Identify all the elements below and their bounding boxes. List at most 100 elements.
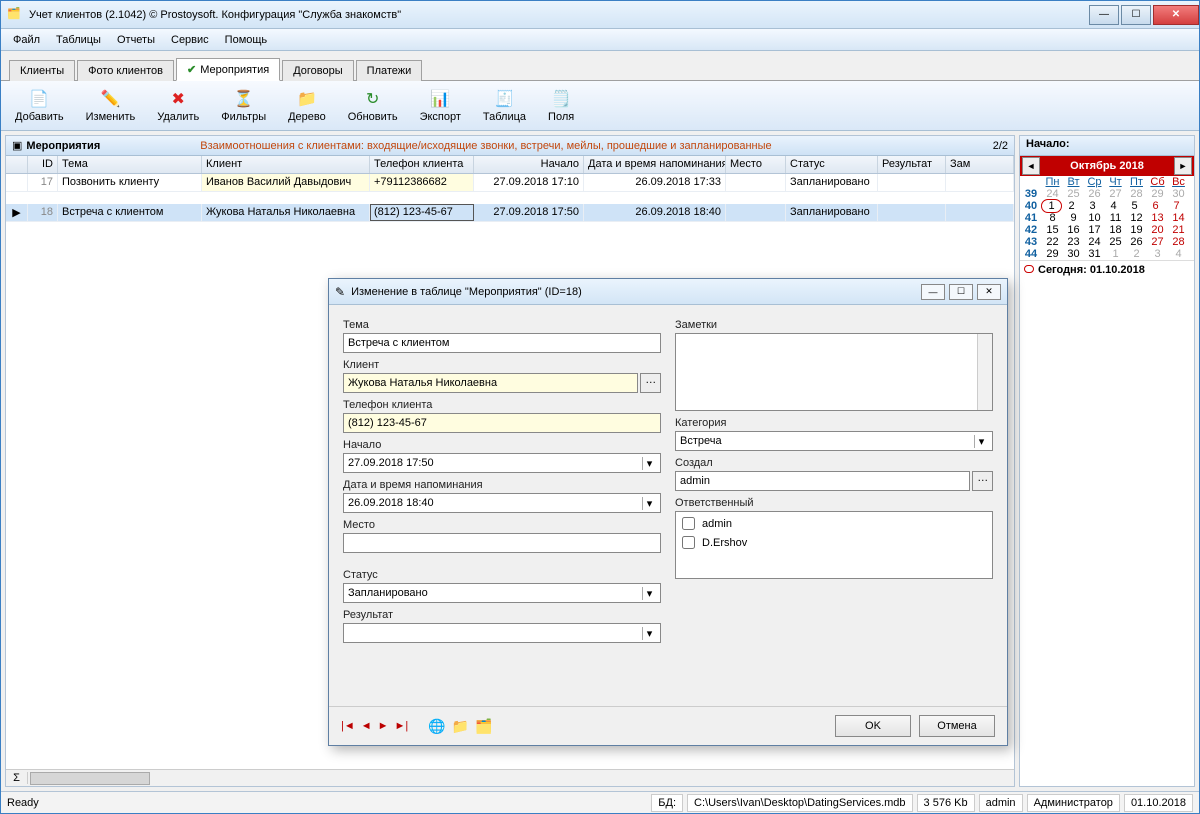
calendar-day[interactable]: 27 (1147, 236, 1168, 248)
input-napom[interactable]: 26.09.2018 18:40▾ (343, 493, 661, 513)
calendar-day[interactable]: 25 (1063, 188, 1084, 200)
input-result[interactable]: ▾ (343, 623, 661, 643)
tool-edit[interactable]: ✏️Изменить (80, 87, 142, 125)
grid-scrollbar[interactable]: Σ (6, 769, 1014, 786)
responsible-item[interactable]: D.Ershov (678, 533, 990, 552)
calendar-day[interactable]: 8 (1042, 212, 1063, 224)
calendar-day[interactable]: 11 (1105, 212, 1126, 224)
tool-refresh[interactable]: ↻Обновить (342, 87, 404, 125)
calendar-day[interactable]: 4 (1103, 200, 1124, 212)
col-status[interactable]: Статус (786, 156, 878, 173)
col-zam[interactable]: Зам (946, 156, 1014, 173)
responsible-item[interactable]: admin (678, 514, 990, 533)
input-mesto[interactable] (343, 533, 661, 553)
dialog-minimize-button[interactable]: — (921, 284, 945, 300)
calendar-day[interactable]: 30 (1063, 248, 1084, 260)
calendar-day[interactable]: 2 (1061, 200, 1082, 212)
calendar-day[interactable]: 5 (1124, 200, 1145, 212)
menu-file[interactable]: Файл (5, 32, 48, 48)
calendar-day[interactable]: 29 (1042, 248, 1063, 260)
col-klient[interactable]: Клиент (202, 156, 370, 173)
calendar-day[interactable]: 31 (1084, 248, 1105, 260)
nav-first-button[interactable]: |◄ (341, 720, 355, 732)
menu-help[interactable]: Помощь (217, 32, 276, 48)
calendar-day[interactable]: 1 (1105, 248, 1126, 260)
calendar-day[interactable]: 7 (1166, 200, 1187, 212)
calendar-today-line[interactable]: Сегодня: 01.10.2018 (1020, 260, 1194, 279)
tool-tree[interactable]: 📁Дерево (282, 87, 332, 125)
col-nachalo[interactable]: Начало (474, 156, 584, 173)
calendar-day[interactable]: 23 (1063, 236, 1084, 248)
calendar-day[interactable]: 16 (1063, 224, 1084, 236)
col-tel[interactable]: Телефон клиента (370, 156, 474, 173)
checkbox[interactable] (682, 536, 695, 549)
col-napom[interactable]: Дата и время напоминания (584, 156, 726, 173)
calendar-day[interactable]: 9 (1063, 212, 1084, 224)
minimize-button[interactable]: — (1089, 5, 1119, 25)
tool-export[interactable]: 📊Экспорт (414, 87, 467, 125)
calendar-day[interactable]: 2 (1126, 248, 1147, 260)
calendar-day[interactable]: 13 (1147, 212, 1168, 224)
calendar-day[interactable]: 6 (1145, 200, 1166, 212)
calendar-day[interactable]: 18 (1105, 224, 1126, 236)
calendar-day[interactable]: 27 (1105, 188, 1126, 200)
col-result[interactable]: Результат (878, 156, 946, 173)
scrollbar-thumb[interactable] (30, 772, 150, 785)
nav-next-button[interactable]: ► (378, 720, 389, 732)
calendar-day[interactable]: 29 (1147, 188, 1168, 200)
calendar-day[interactable]: 24 (1084, 236, 1105, 248)
folder-icon[interactable]: 📁 (452, 718, 469, 735)
calendar-day[interactable]: 3 (1082, 200, 1103, 212)
cancel-button[interactable]: Отмена (919, 715, 995, 737)
calendar-day[interactable]: 10 (1084, 212, 1105, 224)
calendar-day[interactable]: 12 (1126, 212, 1147, 224)
maximize-button[interactable]: ☐ (1121, 5, 1151, 25)
tab-contracts[interactable]: Договоры (282, 60, 353, 81)
menu-service[interactable]: Сервис (163, 32, 217, 48)
table-row[interactable]: 17 Позвонить клиенту Иванов Василий Давы… (6, 174, 1014, 192)
notes-scrollbar[interactable] (977, 334, 992, 410)
calendar-day[interactable]: 26 (1126, 236, 1147, 248)
calendar-day[interactable]: 3 (1147, 248, 1168, 260)
calendar-day[interactable]: 28 (1126, 188, 1147, 200)
calendar-day[interactable]: 21 (1168, 224, 1189, 236)
input-klient[interactable] (343, 373, 638, 393)
calendar-day[interactable]: 30 (1168, 188, 1189, 200)
globe-icon[interactable]: 🌐 (428, 718, 445, 735)
menu-reports[interactable]: Отчеты (109, 32, 163, 48)
close-button[interactable]: ✕ (1153, 5, 1199, 25)
checkbox[interactable] (682, 517, 695, 530)
lookup-creator-button[interactable]: … (972, 471, 993, 491)
responsible-checklist[interactable]: admin D.Ershov (675, 511, 993, 579)
calendar-day[interactable]: 19 (1126, 224, 1147, 236)
col-tema[interactable]: Тема (58, 156, 202, 173)
menu-tables[interactable]: Таблицы (48, 32, 109, 48)
tool-filters[interactable]: ⏳Фильтры (215, 87, 272, 125)
tab-photos[interactable]: Фото клиентов (77, 60, 174, 81)
cal-next-button[interactable]: ► (1174, 157, 1192, 175)
calendar-day[interactable]: 26 (1084, 188, 1105, 200)
dialog-maximize-button[interactable]: ☐ (949, 284, 973, 300)
calendar-day[interactable]: 17 (1084, 224, 1105, 236)
col-id[interactable]: ID (28, 156, 58, 173)
calendar-day[interactable]: 1 (1041, 199, 1062, 213)
input-notes[interactable] (675, 333, 993, 411)
tool-add[interactable]: 📄Добавить (9, 87, 70, 125)
calendar-day[interactable]: 4 (1168, 248, 1189, 260)
input-category[interactable]: Встреча▾ (675, 431, 993, 451)
calendar-day[interactable]: 22 (1042, 236, 1063, 248)
tab-clients[interactable]: Клиенты (9, 60, 75, 81)
lookup-klient-button[interactable]: … (640, 373, 661, 393)
card-icon[interactable]: 🗂️ (475, 718, 492, 735)
col-selector[interactable] (6, 156, 28, 173)
tool-fields[interactable]: 🗒️Поля (542, 87, 580, 125)
input-creator[interactable] (675, 471, 970, 491)
nav-last-button[interactable]: ►| (395, 720, 409, 732)
dialog-close-button[interactable]: ✕ (977, 284, 1001, 300)
nav-prev-button[interactable]: ◄ (361, 720, 372, 732)
input-nachalo[interactable]: 27.09.2018 17:50▾ (343, 453, 661, 473)
calendar-day[interactable]: 15 (1042, 224, 1063, 236)
calendar-day[interactable]: 25 (1105, 236, 1126, 248)
ok-button[interactable]: OK (835, 715, 911, 737)
tool-table[interactable]: 🧾Таблица (477, 87, 532, 125)
